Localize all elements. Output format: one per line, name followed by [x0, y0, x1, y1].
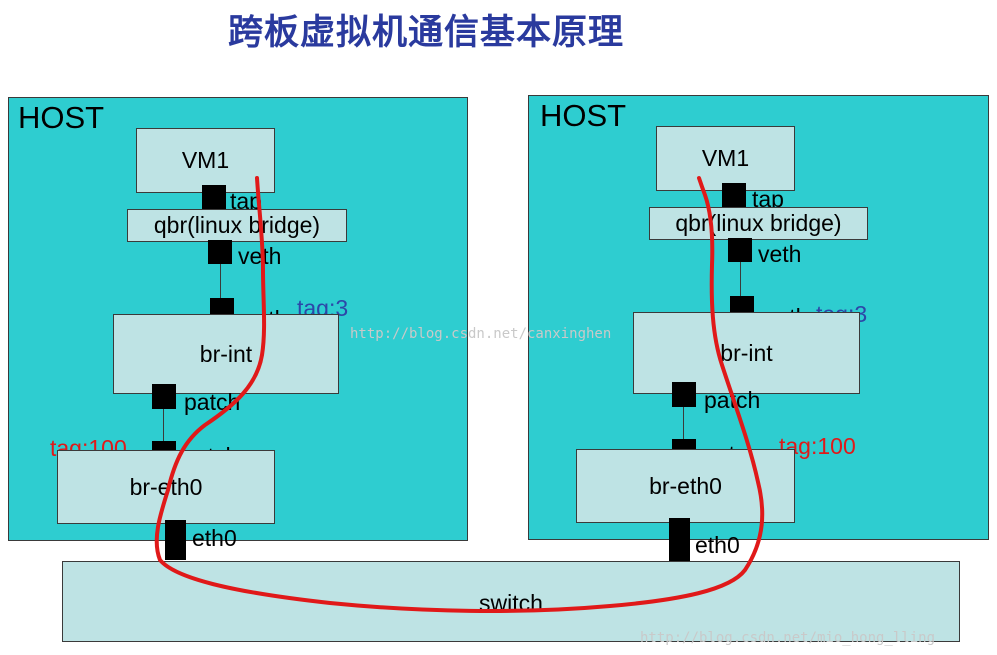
br-int-box-left: br-int [113, 314, 339, 394]
eth0-port-left [165, 520, 186, 560]
br-int-box-right: br-int [633, 312, 860, 394]
patch-link-right [683, 407, 684, 439]
patch-label-top-left: patch [184, 389, 241, 415]
qbr-box-left: qbr(linux bridge) [127, 209, 347, 242]
diagram-title: 跨板虚拟机通信基本原理 [228, 12, 625, 53]
veth-port-top-left [208, 240, 232, 264]
host-left-label: HOST [18, 100, 105, 135]
switch-label: switch [479, 590, 543, 616]
eth0-label-right: eth0 [695, 532, 740, 558]
patch-link-left [163, 409, 164, 441]
veth-link-right [740, 262, 741, 296]
br-eth0-box-left: br-eth0 [57, 450, 275, 524]
watermark-center: http://blog.csdn.net/canxinghen [350, 326, 612, 342]
vm-box-right: VM1 [656, 126, 795, 191]
veth-label-top-right: veth [758, 241, 802, 267]
br-eth0-box-right: br-eth0 [576, 449, 795, 523]
tap-port-right [722, 183, 746, 207]
patch-port-top-right [672, 382, 696, 407]
host-right-label: HOST [540, 98, 627, 133]
eth0-label-left: eth0 [192, 525, 237, 551]
veth-label-top-left: veth [238, 243, 282, 269]
qbr-box-right: qbr(linux bridge) [649, 207, 868, 240]
veth-link-left [220, 264, 221, 298]
patch-label-top-right: patch [704, 387, 761, 413]
patch-port-top-left [152, 384, 176, 409]
tap-port-left [202, 185, 226, 209]
veth-port-top-right [728, 238, 752, 262]
watermark-bottom-right: http://blog.csdn.net/mio_hong_lling [640, 630, 936, 646]
vm-box-left: VM1 [136, 128, 275, 193]
eth0-port-right [669, 518, 690, 562]
